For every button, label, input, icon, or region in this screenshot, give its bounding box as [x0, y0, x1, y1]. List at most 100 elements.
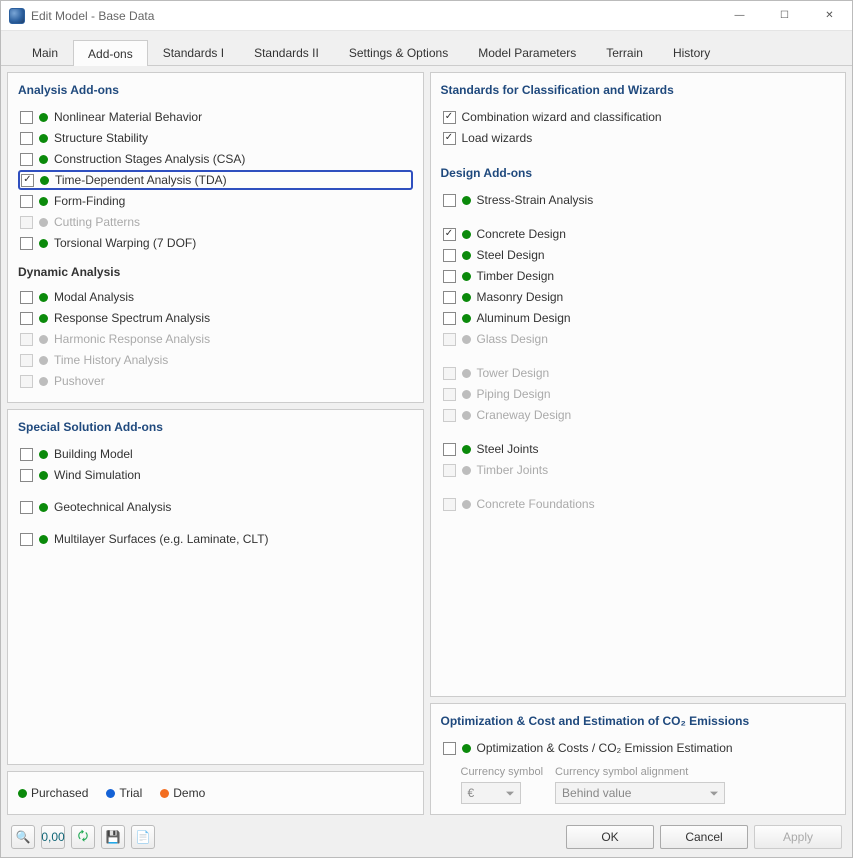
addon-row: Concrete Foundations: [441, 494, 836, 514]
tab-terrain[interactable]: Terrain: [591, 39, 658, 65]
optimization-title: Optimization & Cost and Estimation of CO…: [441, 714, 836, 728]
addon-checkbox: [20, 354, 33, 367]
status-dot: [39, 450, 48, 459]
addon-checkbox[interactable]: [20, 448, 33, 461]
status-dot: [39, 503, 48, 512]
addon-label: Modal Analysis: [54, 290, 134, 304]
apply-button[interactable]: Apply: [754, 825, 842, 849]
addon-label: Geotechnical Analysis: [54, 500, 171, 514]
addon-label: Tower Design: [477, 366, 550, 380]
addon-row: Steel Design: [441, 245, 836, 265]
addon-checkbox[interactable]: [20, 111, 33, 124]
addon-row: Geotechnical Analysis: [18, 497, 413, 517]
special-addons-panel: Special Solution Add-ons Building ModelW…: [7, 409, 424, 765]
addon-label: Pushover: [54, 374, 105, 388]
addon-row: Construction Stages Analysis (CSA): [18, 149, 413, 169]
optimization-checkbox[interactable]: [443, 742, 456, 755]
status-dot: [39, 239, 48, 248]
ok-button[interactable]: OK: [566, 825, 654, 849]
status-dot: [462, 230, 471, 239]
addon-row: Modal Analysis: [18, 287, 413, 307]
tab-standards-ii[interactable]: Standards II: [239, 39, 334, 65]
addon-checkbox[interactable]: [20, 533, 33, 546]
minimize-button[interactable]: —: [717, 1, 762, 30]
addon-checkbox[interactable]: [443, 291, 456, 304]
footer-tool-save[interactable]: 💾: [101, 825, 125, 849]
addon-row: Timber Design: [441, 266, 836, 286]
optimization-panel: Optimization & Cost and Estimation of CO…: [430, 703, 847, 815]
tab-model-parameters[interactable]: Model Parameters: [463, 39, 591, 65]
footer-tool-units[interactable]: 0,00: [41, 825, 65, 849]
addon-label: Wind Simulation: [54, 468, 141, 482]
addon-label: Steel Joints: [477, 442, 539, 456]
footer-tool-reset[interactable]: 🗘: [71, 825, 95, 849]
addon-checkbox[interactable]: [20, 153, 33, 166]
tab-settings-options[interactable]: Settings & Options: [334, 39, 463, 65]
addon-checkbox[interactable]: [20, 469, 33, 482]
footer-tool-help[interactable]: 🔍: [11, 825, 35, 849]
addon-row: Cutting Patterns: [18, 212, 413, 232]
addon-checkbox[interactable]: [20, 291, 33, 304]
addon-row: Stress-Strain Analysis: [441, 190, 836, 210]
addon-label: Form-Finding: [54, 194, 125, 208]
tab-history[interactable]: History: [658, 39, 725, 65]
optimization-row: Optimization & Costs / CO₂ Emission Esti…: [441, 738, 836, 758]
addon-checkbox[interactable]: [443, 132, 456, 145]
status-dot: [39, 356, 48, 365]
addon-checkbox[interactable]: [20, 237, 33, 250]
addon-label: Masonry Design: [477, 290, 564, 304]
status-dot: [462, 500, 471, 509]
status-dot: [40, 176, 49, 185]
footer: 🔍 0,00 🗘 💾 📄 OK Cancel Apply: [1, 821, 852, 857]
currency-select[interactable]: €: [461, 782, 521, 804]
addon-checkbox: [443, 409, 456, 422]
addon-row: Building Model: [18, 444, 413, 464]
close-button[interactable]: ✕: [807, 1, 852, 30]
addon-checkbox: [443, 464, 456, 477]
footer-tool-report[interactable]: 📄: [131, 825, 155, 849]
addon-label: Glass Design: [477, 332, 548, 346]
addon-checkbox[interactable]: [443, 194, 456, 207]
status-dot: [39, 535, 48, 544]
addon-checkbox[interactable]: [443, 111, 456, 124]
addon-row: Harmonic Response Analysis: [18, 329, 413, 349]
status-dot: [462, 466, 471, 475]
addon-checkbox[interactable]: [443, 249, 456, 262]
addon-label: Structure Stability: [54, 131, 148, 145]
window-title: Edit Model - Base Data: [31, 9, 154, 23]
addon-checkbox: [20, 216, 33, 229]
legend-dot-trial: [106, 789, 115, 798]
addon-checkbox[interactable]: [21, 174, 34, 187]
legend-panel: Purchased Trial Demo: [7, 771, 424, 815]
addon-checkbox[interactable]: [443, 270, 456, 283]
tab-add-ons[interactable]: Add-ons: [73, 40, 148, 66]
addon-checkbox[interactable]: [443, 312, 456, 325]
status-dot: [39, 335, 48, 344]
addon-label: Cutting Patterns: [54, 215, 140, 229]
tab-standards-i[interactable]: Standards I: [148, 39, 239, 65]
addon-checkbox[interactable]: [20, 501, 33, 514]
addon-checkbox: [20, 375, 33, 388]
addon-checkbox[interactable]: [443, 228, 456, 241]
tab-main[interactable]: Main: [17, 39, 73, 65]
status-dot: [462, 293, 471, 302]
addon-label: Timber Design: [477, 269, 555, 283]
addon-checkbox[interactable]: [20, 195, 33, 208]
addon-row: Aluminum Design: [441, 308, 836, 328]
alignment-select[interactable]: Behind value: [555, 782, 725, 804]
addon-row: Tower Design: [441, 363, 836, 383]
tab-strip: MainAdd-onsStandards IStandards IISettin…: [1, 31, 852, 66]
legend-dot-purchased: [18, 789, 27, 798]
addon-checkbox[interactable]: [20, 132, 33, 145]
currency-label: Currency symbol: [461, 766, 544, 778]
addon-label: Time History Analysis: [54, 353, 168, 367]
analysis-addons-panel: Analysis Add-ons Nonlinear Material Beha…: [7, 72, 424, 403]
addon-row: Masonry Design: [441, 287, 836, 307]
addon-row: Time History Analysis: [18, 350, 413, 370]
addon-checkbox[interactable]: [20, 312, 33, 325]
addon-row: Craneway Design: [441, 405, 836, 425]
legend-label-demo: Demo: [173, 786, 205, 800]
addon-checkbox[interactable]: [443, 443, 456, 456]
maximize-button[interactable]: ☐: [762, 1, 807, 30]
cancel-button[interactable]: Cancel: [660, 825, 748, 849]
